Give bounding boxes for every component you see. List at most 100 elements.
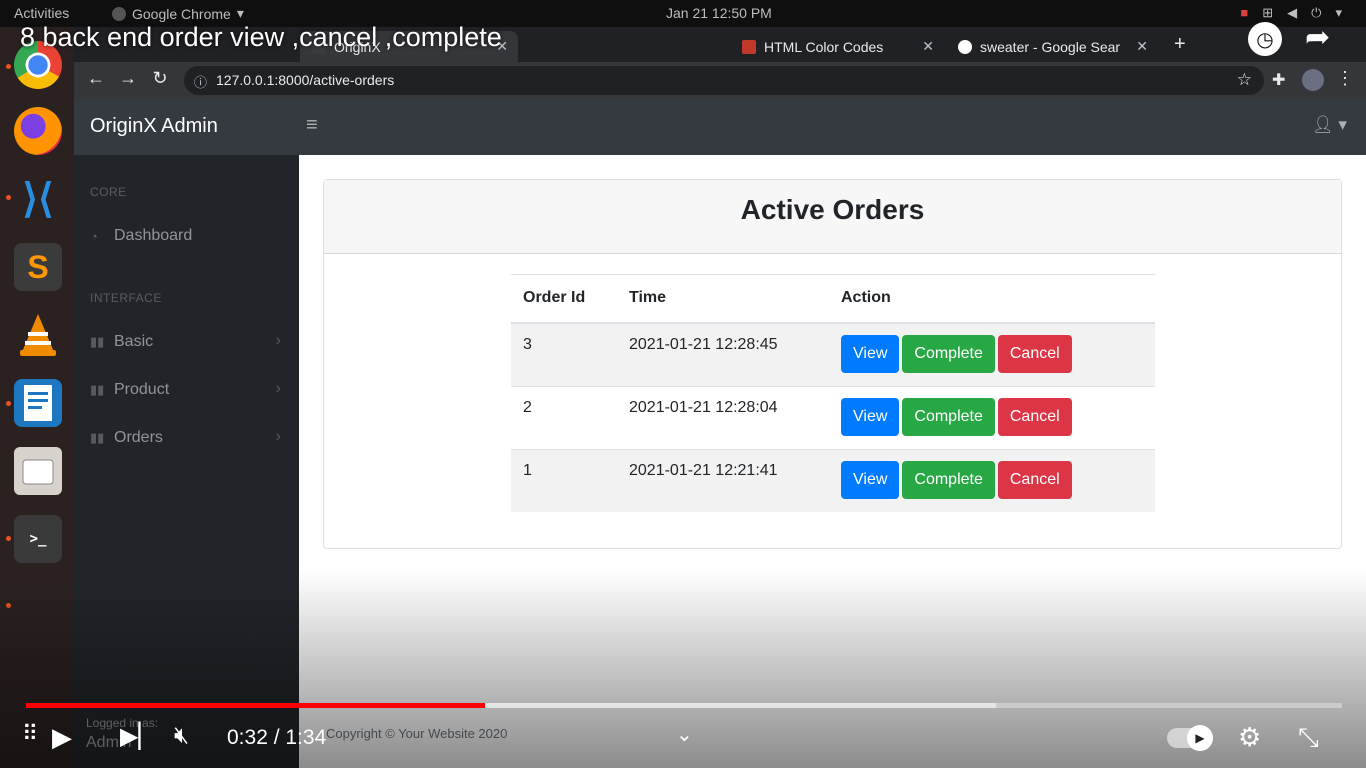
back-arrow-icon[interactable]: ← [84,68,108,89]
autoplay-play-icon: ▶ [1187,725,1213,751]
firefox-launcher-icon[interactable] [14,107,62,155]
order-id-cell: 1 [511,448,617,512]
column-header: Time [617,274,829,324]
app-navbar: OriginX Admin ≡ 👤︎ ▾ [74,99,1366,155]
play-icon[interactable]: ▶ [52,722,72,753]
video-progress-bar[interactable] [26,703,1342,708]
table-row: 3 2021-01-21 12:28:45 View Complete Cancel [511,322,1155,386]
app-menu-label: Google Chrome [132,5,231,22]
sidebar-item-product[interactable]: ▮▮ Product › [74,370,299,410]
sidebar-nav: CORE ◔ Dashboard INTERFACE ▮▮ Basic › ▮▮… [74,155,299,768]
active-orders-card: Active Orders Order Id Time Action 3 202… [323,179,1342,549]
forward-arrow-icon[interactable]: → [116,68,140,89]
orders-table: Order Id Time Action 3 2021-01-21 12:28:… [511,274,1155,512]
view-button[interactable]: View [841,397,900,436]
chevron-right-icon: › [275,428,281,445]
tab-label: HTML Color Codes [764,38,884,55]
writer-launcher-icon[interactable] [14,379,62,427]
exit-fullscreen-icon[interactable]: ⤡ [1298,722,1319,754]
profile-avatar[interactable] [1302,69,1324,91]
playlist-grid-icon[interactable]: ⠿ [22,721,38,747]
sidebar-toggle-icon[interactable]: ≡ [306,114,318,137]
column-header: Order Id [511,274,617,324]
vscode-launcher-icon[interactable]: ⟩⟨ [14,175,62,223]
video-time: 0:32 / 1:34 [227,726,327,749]
sidebar-heading-interface: INTERFACE [90,291,162,305]
sidebar-item-dashboard[interactable]: ◔ Dashboard [74,216,299,256]
user-dropdown[interactable]: 👤︎ ▾ [1312,115,1347,135]
cancel-button[interactable]: Cancel [997,460,1072,499]
table-header-row: Order Id Time Action [511,274,1155,324]
tab-label: sweater - Google Sear [980,38,1121,55]
app-menu[interactable]: Google Chrome ▾ [112,5,244,22]
vlc-launcher-icon[interactable] [14,311,62,359]
autoplay-toggle[interactable]: ▶ [1167,725,1213,751]
video-title[interactable]: 8 back end order view ,cancel ,complete [20,22,502,53]
main-content: Active Orders Order Id Time Action 3 202… [299,155,1366,768]
bookmark-star-icon[interactable]: ☆ [1237,70,1252,90]
watch-later-clock-icon[interactable]: ◷ [1248,22,1282,56]
terminal-launcher-icon[interactable]: >_ [14,515,62,563]
reload-icon[interactable]: ↻ [148,68,172,89]
new-tab-plus-icon[interactable]: + [1174,33,1186,56]
files-launcher-icon[interactable] [14,447,62,495]
google-favicon-icon [958,39,972,54]
running-indicator [6,64,11,69]
activities-button[interactable]: Activities [14,5,69,21]
running-indicator [6,536,11,541]
browser-menu-icon[interactable]: ⋮ [1336,68,1354,89]
tab-html-color-codes[interactable]: HTML Color Codes ✕ [730,31,944,62]
chevron-down-icon[interactable]: ⌄ [676,722,693,747]
extensions-puzzle-icon[interactable]: ✚ [1272,70,1285,90]
table-row: 2 2021-01-21 12:28:04 View Complete Cancel [511,385,1155,449]
sublime-launcher-icon[interactable]: S [14,243,62,291]
order-actions-cell: View Complete Cancel [829,385,1155,449]
os-clock[interactable]: Jan 21 12:50 PM [666,5,772,21]
running-indicator [6,195,11,200]
share-arrow-icon[interactable]: ➦ [1305,20,1330,55]
order-time-cell: 2021-01-21 12:28:04 [617,385,829,449]
complete-button[interactable]: Complete [902,397,995,436]
screen-record-icon: ■ [1240,5,1249,20]
mute-icon[interactable]: 🔇︎ [174,722,189,750]
tab-google-search[interactable]: sweater - Google Sear ✕ [946,31,1158,62]
sidebar-item-label: Orders [114,429,163,446]
sidebar-item-basic[interactable]: ▮▮ Basic › [74,322,299,362]
complete-button[interactable]: Complete [902,335,995,373]
view-button[interactable]: View [841,460,900,499]
caret-down-icon: ▾ [1333,115,1347,134]
sidebar-item-label: Basic [114,333,154,350]
book-open-icon: ▮▮ [90,334,105,349]
footer-copyright: Copyright © Your Website 2020 [326,726,508,741]
power-icon: ⏻ [1311,5,1322,20]
tachometer-icon: ◔ [90,228,98,244]
order-time-cell: 2021-01-21 12:28:45 [617,322,829,386]
complete-button[interactable]: Complete [902,460,995,499]
next-track-icon[interactable]: ▶▏ [120,722,157,751]
sidebar-item-orders[interactable]: ▮▮ Orders › [74,418,299,458]
site-info-icon[interactable]: ⓘ [194,72,207,91]
settings-gear-icon[interactable]: ⚙ [1238,722,1261,753]
cancel-button[interactable]: Cancel [997,335,1072,373]
tab-close-icon[interactable]: ✕ [1136,38,1148,55]
volume-icon: ◀ [1287,5,1298,20]
book-open-icon: ▮▮ [90,382,105,397]
ubuntu-dock: ⟩⟨ S >_ [0,27,74,768]
view-button[interactable]: View [841,335,900,373]
column-header: Action [829,274,1155,324]
cancel-button[interactable]: Cancel [997,397,1072,436]
url-text[interactable]: 127.0.0.1:8000/active-orders [216,72,394,88]
progress-played [26,703,486,708]
sidebar-item-label: Dashboard [114,227,193,244]
tray-caret-icon: ▾ [1335,5,1342,20]
order-id-cell: 2 [511,385,617,449]
book-open-icon: ▮▮ [90,430,105,445]
address-bar[interactable]: ⓘ 127.0.0.1:8000/active-orders ☆ [184,66,1264,95]
system-tray[interactable]: ■ ⊞ ◀ ⏻ ▾ [1240,5,1342,21]
brand-title[interactable]: OriginX Admin [90,115,218,138]
sidebar-item-label: Product [114,381,170,398]
chevron-right-icon: › [275,332,281,349]
card-header: Active Orders [324,180,1341,254]
tab-close-icon[interactable]: ✕ [922,38,934,55]
browser-toolbar: ← → ↻ ⓘ 127.0.0.1:8000/active-orders ☆ ✚… [74,62,1366,99]
